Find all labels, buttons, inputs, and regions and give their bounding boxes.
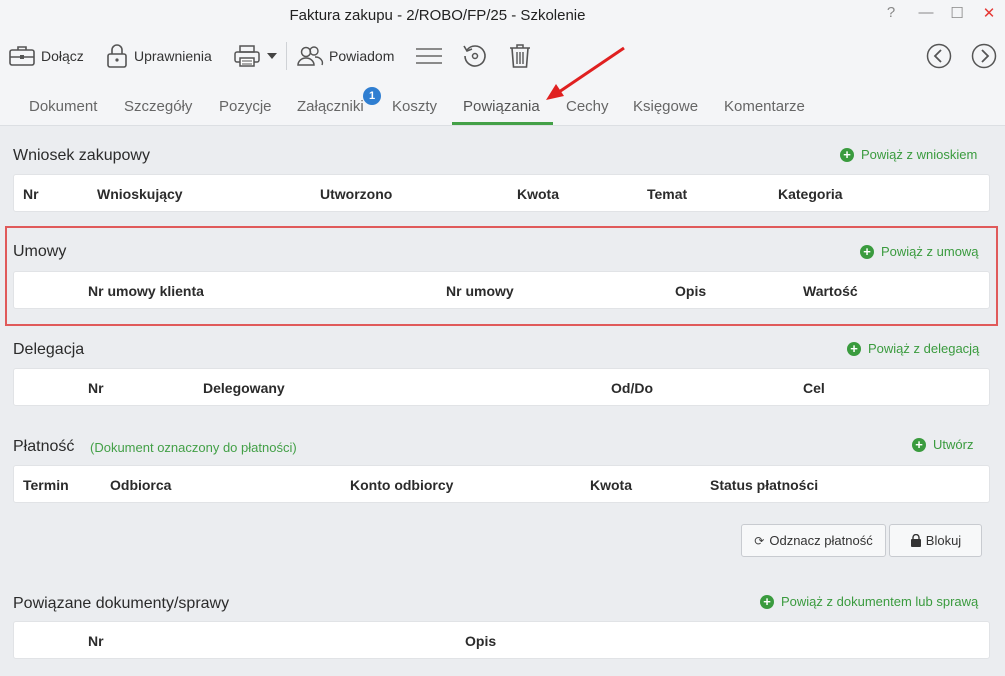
column-header[interactable]: Wnioskujący	[97, 186, 183, 202]
tab-komentarze[interactable]: Komentarze	[724, 98, 805, 115]
notify-button[interactable]: Powiadom	[296, 40, 394, 72]
related-section-title: Powiązane dokumenty/sprawy	[13, 595, 230, 612]
block-payment-button[interactable]: Blokuj	[889, 524, 982, 557]
tab-ksiegowe[interactable]: Księgowe	[633, 98, 698, 115]
column-header[interactable]: Opis	[465, 633, 496, 649]
column-header[interactable]: Opis	[675, 283, 706, 299]
create-payment-button[interactable]: + Utwórz	[912, 437, 973, 452]
tab-szczegoly[interactable]: Szczegóły	[124, 98, 192, 115]
column-header[interactable]: Delegowany	[203, 380, 285, 396]
column-header[interactable]: Cel	[803, 380, 825, 396]
history-icon	[463, 45, 486, 67]
column-header[interactable]: Wartość	[803, 283, 858, 299]
unmark-payment-button[interactable]: ⟳ Odznacz płatność	[741, 524, 886, 557]
refresh-icon: ⟳	[754, 533, 765, 548]
attach-label: Dołącz	[41, 48, 84, 64]
permissions-button[interactable]: Uprawnienia	[105, 40, 212, 72]
close-button[interactable]: ✕	[978, 4, 1000, 22]
block-payment-label: Blokuj	[925, 533, 962, 548]
title-bar: Faktura zakupu - 2/ROBO/FP/25 - Szkoleni…	[0, 0, 1005, 32]
toolbar-divider	[286, 42, 287, 70]
column-header[interactable]: Nr	[88, 380, 104, 396]
column-header[interactable]: Nr umowy klienta	[88, 283, 204, 299]
printer-icon	[234, 45, 260, 67]
print-button[interactable]	[233, 40, 283, 72]
briefcase-icon	[9, 46, 35, 66]
chevron-left-circle-icon	[926, 43, 952, 69]
payment-status-note: (Dokument oznaczony do płatności)	[90, 440, 297, 455]
request-section-title: Wniosek zakupowy	[13, 147, 150, 164]
link-request-button[interactable]: + Powiąż z wnioskiem	[840, 147, 977, 162]
link-document-button[interactable]: + Powiąż z dokumentem lub sprawą	[760, 594, 978, 609]
link-document-label: Powiąż z dokumentem lub sprawą	[781, 594, 979, 609]
column-header[interactable]: Konto odbiorcy	[350, 477, 453, 493]
link-delegation-label: Powiąż z delegacją	[868, 341, 980, 356]
toolbar: Dołącz Uprawnienia Powiadom	[0, 32, 1005, 80]
column-header[interactable]: Od/Do	[611, 380, 653, 396]
trash-icon	[510, 44, 530, 68]
column-header[interactable]: Utworzono	[320, 186, 392, 202]
column-header[interactable]: Kategoria	[778, 186, 843, 202]
notify-label: Powiadom	[329, 48, 395, 64]
previous-button[interactable]	[926, 40, 957, 72]
annotation-arrow-icon	[546, 46, 625, 100]
permissions-label: Uprawnienia	[134, 48, 212, 64]
maximize-button[interactable]: ☐	[946, 4, 968, 22]
contracts-section-title: Umowy	[13, 243, 67, 260]
column-header[interactable]: Nr	[23, 186, 39, 202]
active-tab-indicator	[452, 122, 553, 125]
delegation-section-title: Delegacja	[13, 341, 85, 358]
attach-button[interactable]: Dołącz	[8, 40, 84, 72]
plus-circle-icon: +	[847, 341, 861, 356]
minimize-button[interactable]: —	[915, 4, 937, 21]
chevron-right-circle-icon	[971, 43, 997, 69]
request-table-header: Nr Wnioskujący Utworzono Kwota Temat Kat…	[13, 174, 990, 212]
next-button[interactable]	[971, 40, 1002, 72]
tab-dokument[interactable]: Dokument	[29, 98, 97, 115]
related-table-header: Nr Opis	[13, 621, 990, 659]
unmark-payment-label: Odznacz płatność	[769, 533, 873, 548]
tab-powiazania[interactable]: Powiązania	[463, 98, 540, 115]
link-request-label: Powiąż z wnioskiem	[861, 147, 978, 162]
history-button[interactable]	[461, 40, 494, 72]
hamburger-icon	[416, 48, 442, 64]
column-header[interactable]: Status płatności	[710, 477, 818, 493]
payment-section-title: Płatność	[13, 438, 75, 455]
create-payment-label: Utwórz	[933, 437, 974, 452]
link-contract-button[interactable]: + Powiąż z umową	[860, 244, 979, 259]
payment-table-header: Termin Odbiorca Konto odbiorcy Kwota Sta…	[13, 465, 990, 503]
tab-pozycje[interactable]: Pozycje	[219, 98, 272, 115]
users-icon	[297, 46, 324, 66]
chevron-down-icon[interactable]	[266, 51, 278, 61]
link-contract-label: Powiąż z umową	[881, 244, 979, 259]
lock-icon	[107, 44, 127, 68]
plus-circle-icon: +	[840, 147, 854, 162]
plus-circle-icon: +	[760, 594, 774, 609]
column-header[interactable]: Odbiorca	[110, 477, 171, 493]
plus-circle-icon: +	[860, 244, 874, 259]
menu-button[interactable]	[414, 40, 449, 72]
tab-bar: Dokument Szczegóły Pozycje Załączniki Ko…	[0, 80, 1005, 126]
column-header[interactable]: Termin	[23, 477, 69, 493]
column-header[interactable]: Nr	[88, 633, 104, 649]
attachments-count-badge: 1	[363, 87, 381, 105]
column-header[interactable]: Kwota	[517, 186, 559, 202]
column-header[interactable]: Nr umowy	[446, 283, 514, 299]
column-header[interactable]: Temat	[647, 186, 687, 202]
help-button[interactable]: ?	[880, 4, 902, 21]
contracts-table-header: Nr umowy klienta Nr umowy Opis Wartość	[13, 271, 990, 309]
delegation-table-header: Nr Delegowany Od/Do Cel	[13, 368, 990, 406]
lock-icon	[910, 534, 921, 547]
column-header[interactable]: Kwota	[590, 477, 632, 493]
link-delegation-button[interactable]: + Powiąż z delegacją	[847, 341, 979, 356]
tab-koszty[interactable]: Koszty	[392, 98, 437, 115]
plus-circle-icon: +	[912, 437, 926, 452]
window-title: Faktura zakupu - 2/ROBO/FP/25 - Szkoleni…	[289, 7, 586, 24]
tab-zalaczniki[interactable]: Załączniki	[297, 98, 364, 115]
